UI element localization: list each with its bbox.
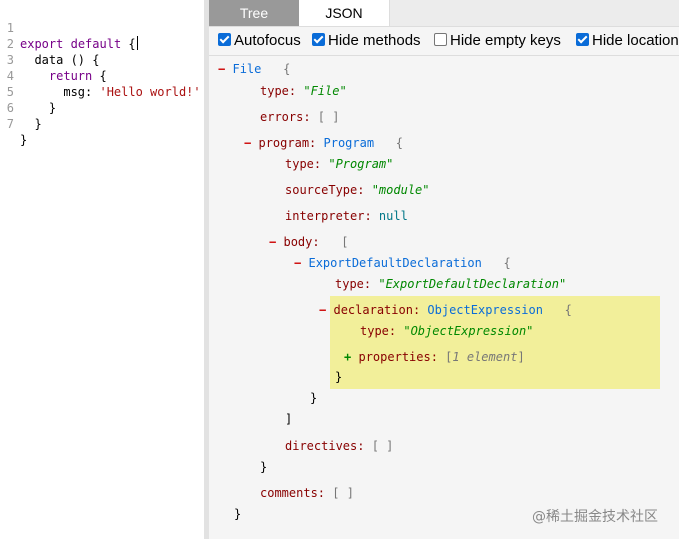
output-pane: Tree JSON Autofocus Hide methods Hide em… xyxy=(209,0,679,539)
keyword: default xyxy=(70,37,122,51)
code-line: 7 } xyxy=(0,100,29,147)
tree-property: sourceType: "module" xyxy=(285,183,430,197)
code-line: 1 export default { xyxy=(0,4,138,51)
tree-property: type: "Program" xyxy=(285,157,394,171)
collapse-toggle[interactable]: − xyxy=(244,136,251,150)
tree-property: directives: [ ] xyxy=(285,439,394,453)
hide-location-option[interactable]: Hide location xyxy=(576,32,679,50)
hide-methods-option[interactable]: Hide methods xyxy=(312,32,421,50)
code-line: 2 data () { xyxy=(0,20,100,67)
collapse-toggle[interactable]: − xyxy=(319,303,326,317)
code-editor[interactable]: 1 export default { 2 data () { 3 return … xyxy=(0,0,204,539)
hide-location-checkbox[interactable] xyxy=(576,33,589,46)
line-number: 7 xyxy=(6,117,14,131)
properties-summary: 1 element xyxy=(452,350,518,364)
hide-methods-checkbox[interactable] xyxy=(312,33,325,46)
collapse-toggle[interactable]: − xyxy=(294,256,301,270)
tree-node-program[interactable]: − program: Program { xyxy=(244,134,403,152)
collapse-toggle[interactable]: − xyxy=(218,62,225,76)
tree-property: interpreter: null xyxy=(285,209,408,223)
tree-property: comments: [ ] xyxy=(260,486,354,500)
node-type-name: File xyxy=(232,62,262,76)
closing-bracket: ] xyxy=(285,412,293,426)
code-text: } xyxy=(48,101,57,115)
tab-json[interactable]: JSON xyxy=(299,0,390,26)
code-line: 4 msg: 'Hello world!' xyxy=(0,52,201,99)
tree-property: type: "ObjectExpression" xyxy=(360,324,534,338)
hide-empty-keys-option[interactable]: Hide empty keys xyxy=(434,32,561,50)
closing-brace: } xyxy=(335,370,343,384)
tree-node-properties[interactable]: + properties: [1 element] xyxy=(344,348,525,366)
code-text: { xyxy=(92,69,107,83)
brace: { xyxy=(128,37,136,51)
code-text: data () { xyxy=(34,53,100,67)
view-tabs: Tree JSON xyxy=(209,0,679,27)
tree-node-body[interactable]: − body: [ xyxy=(269,233,349,251)
code-line: 3 return { xyxy=(0,36,107,83)
hide-methods-label: Hide methods xyxy=(328,32,421,49)
closing-brace: } xyxy=(234,507,242,521)
code-text: } xyxy=(34,117,42,131)
autofocus-checkbox[interactable] xyxy=(218,33,231,46)
tree-node-declaration[interactable]: − declaration: ObjectExpression { xyxy=(319,301,572,319)
closing-brace: } xyxy=(260,460,268,474)
code-line: 5 } xyxy=(0,68,56,115)
tree-node-file[interactable]: − File { xyxy=(218,60,290,78)
autofocus-label: Autofocus xyxy=(234,32,301,49)
autofocus-option[interactable]: Autofocus xyxy=(218,32,301,50)
code-line: 6 } xyxy=(0,84,42,131)
hide-empty-keys-checkbox[interactable] xyxy=(434,33,447,46)
tree-node-export-default[interactable]: − ExportDefaultDeclaration { xyxy=(294,254,511,272)
hide-empty-keys-label: Hide empty keys xyxy=(450,32,561,49)
tree-property: type: "File" xyxy=(260,84,347,98)
tree-property: type: "ExportDefaultDeclaration" xyxy=(335,277,567,291)
code-text: } xyxy=(20,133,28,147)
expand-toggle[interactable]: + xyxy=(344,350,351,364)
code-text: msg: xyxy=(63,85,100,99)
tab-tree[interactable]: Tree xyxy=(209,0,299,26)
tree-property: errors: [ ] xyxy=(260,110,340,124)
text-cursor xyxy=(136,36,138,50)
keyword: return xyxy=(48,69,93,83)
hide-location-label: Hide location xyxy=(592,32,679,49)
collapse-toggle[interactable]: − xyxy=(269,235,276,249)
watermark: @稀土掘金技术社区 xyxy=(532,509,658,525)
closing-brace: } xyxy=(310,391,318,405)
tree-options: Autofocus Hide methods Hide empty keys H… xyxy=(209,27,679,56)
string-literal: 'Hello world!' xyxy=(99,85,201,99)
